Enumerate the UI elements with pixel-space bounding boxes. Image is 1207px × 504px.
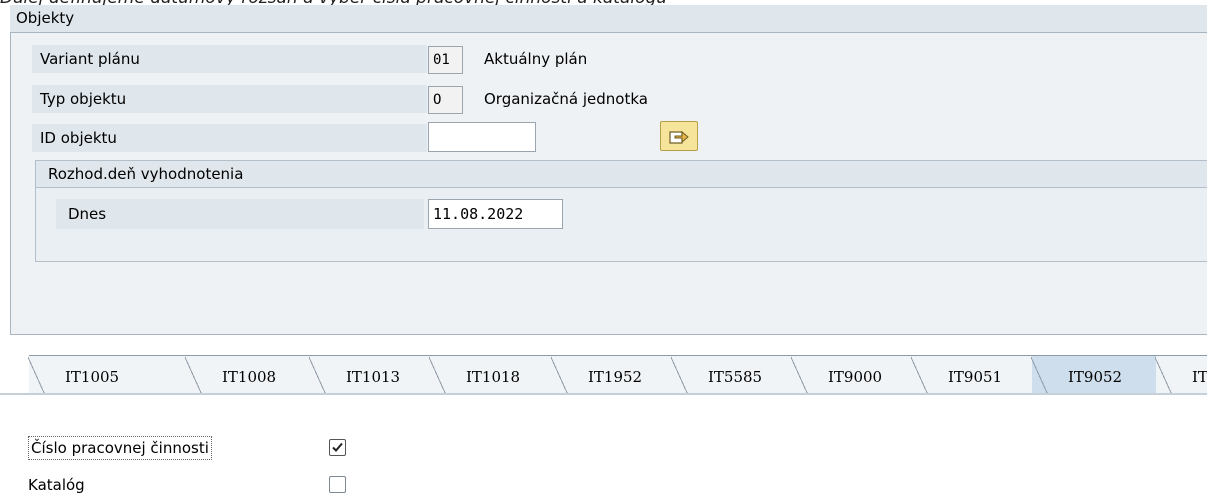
tab-it1018[interactable]: IT1018 [429,355,554,396]
plan-variant-label: Variant plánu [32,45,427,73]
tab-it5585[interactable]: IT5585 [671,355,794,396]
object-type-label: Typ objektu [32,85,427,113]
tab-it9052[interactable]: IT9052 [1031,355,1158,396]
work-activity-number-label: Číslo pracovnej činnosti [28,436,212,460]
plan-variant-field[interactable]: 01 [428,46,463,74]
tab-it1008[interactable]: IT1008 [185,355,312,396]
tab-it1013[interactable]: IT1013 [309,355,432,396]
tab-label: IT1005 [65,368,120,386]
tab-label: IT9052 [1068,368,1123,386]
evaluation-date-input[interactable]: 11.08.2022 [428,199,563,229]
evaluation-date-group-title: Rozhod.deň vyhodnotenia [36,161,1207,188]
object-type-description: Organizačná jednotka [484,90,648,108]
tab-label: IT1008 [222,368,277,386]
tab-label: IT9051 [948,368,1003,386]
plan-variant-description: Aktuálny plán [484,50,588,68]
tab-label: IT1013 [346,368,401,386]
tab-it9000[interactable]: IT9000 [791,355,914,396]
tab-strip: IT1005 IT1008 IT1013 IT1018 IT1952 IT558… [14,355,1207,396]
tab-label: IT9000 [828,368,883,386]
catalog-checkbox[interactable] [329,476,346,493]
work-activity-number-checkbox[interactable] [329,439,346,456]
today-label: Dnes [56,199,424,229]
tab-it1005[interactable]: IT1005 [28,355,201,396]
object-id-label: ID objektu [32,124,427,152]
tab-label: IT5585 [708,368,763,386]
tab-it1952[interactable]: IT1952 [551,355,674,396]
objects-group-title: Objekty [10,5,1207,33]
object-id-input[interactable] [428,122,536,152]
tab-it9-partial[interactable]: IT9 [1155,355,1207,396]
execute-button[interactable] [660,121,698,151]
tab-it9051[interactable]: IT9051 [911,355,1034,396]
catalog-label: Katalóg [28,476,85,494]
tab-label: IT9 [1192,368,1207,386]
tab-label: IT1952 [588,368,643,386]
checkmark-icon [332,442,343,452]
arrow-right-icon [669,130,689,144]
object-type-field[interactable]: O [428,86,463,114]
tab-label: IT1018 [466,368,521,386]
